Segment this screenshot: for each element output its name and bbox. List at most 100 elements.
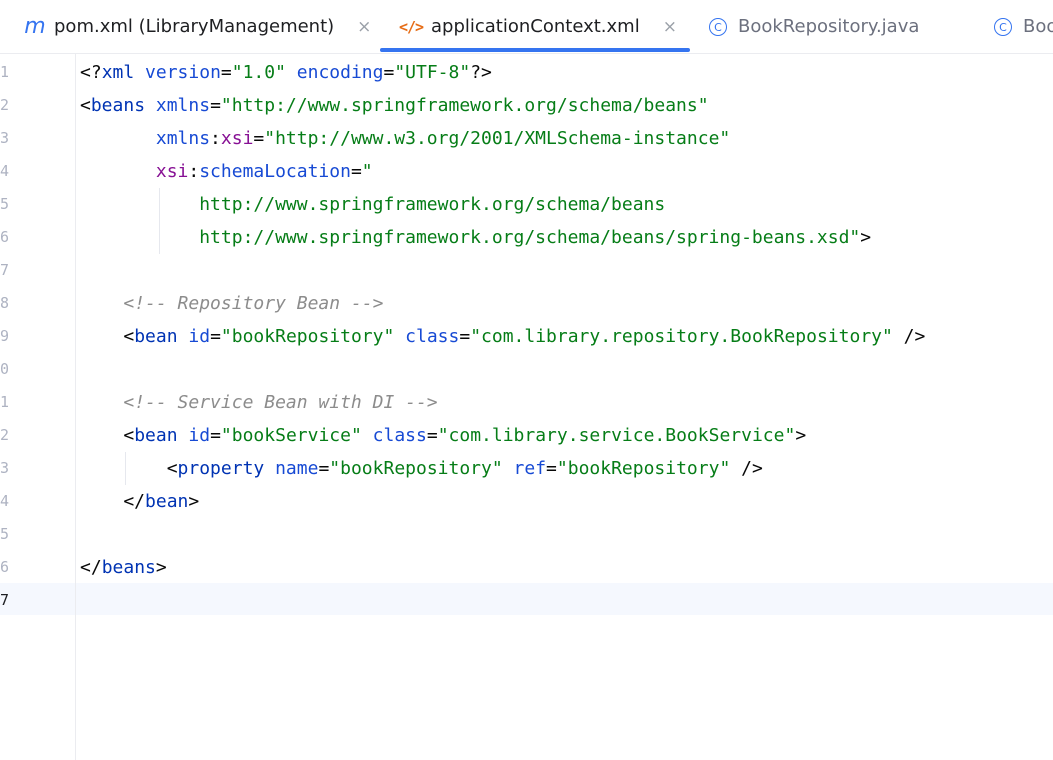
line-number: 7 bbox=[0, 591, 10, 609]
code-token: http://www.springframework.org/schema/be… bbox=[199, 194, 666, 215]
code-token: xmlns bbox=[155, 95, 211, 116]
code-editor[interactable]: <?xml version="1.0" encoding="UTF-8"?> <b… bbox=[80, 56, 925, 617]
code-token: beans bbox=[90, 95, 146, 116]
code-line: ​ bbox=[80, 518, 925, 551]
code-token: property bbox=[177, 458, 265, 479]
code-token: = bbox=[383, 62, 395, 83]
code-token: "bookRepository" bbox=[556, 458, 731, 479]
code-token: < bbox=[80, 95, 91, 116]
code-token: http://www.springframework.org/schema/be… bbox=[199, 227, 861, 248]
code-token: = bbox=[210, 425, 221, 446]
code-token: beans bbox=[101, 557, 156, 578]
tab-book-repository-java[interactable]: C BookRepository.java bbox=[707, 0, 919, 53]
code-token: xsi bbox=[155, 161, 189, 182]
line-number: 1 bbox=[0, 63, 10, 81]
code-token: schemaLocation bbox=[199, 161, 351, 182]
close-icon[interactable]: × bbox=[663, 17, 677, 37]
code-token: <!-- Repository Bean --> bbox=[123, 293, 384, 314]
java-class-icon: C bbox=[992, 17, 1014, 36]
line-number: 6 bbox=[0, 558, 10, 576]
code-token: "bookRepository" bbox=[220, 326, 395, 347]
code-token: name bbox=[275, 458, 319, 479]
code-token: "1.0" bbox=[231, 62, 286, 83]
code-token: ref bbox=[513, 458, 547, 479]
code-token: = bbox=[546, 458, 557, 479]
code-token: ?> bbox=[470, 62, 492, 83]
code-token: /> bbox=[892, 326, 926, 347]
code-line: ​ bbox=[80, 584, 925, 617]
editor-tab-bar: m pom.xml (LibraryManagement) × </> appl… bbox=[0, 0, 1053, 54]
code-token: "com.library.repository.BookRepository" bbox=[470, 326, 893, 347]
line-number: 6 bbox=[0, 228, 10, 246]
close-icon[interactable]: × bbox=[357, 17, 371, 37]
line-number: 8 bbox=[0, 294, 10, 312]
code-token: = bbox=[459, 326, 471, 347]
code-token: < bbox=[80, 458, 178, 479]
code-line: </beans> bbox=[80, 551, 925, 584]
code-token: "UTF-8" bbox=[394, 62, 471, 83]
code-token: class bbox=[372, 425, 427, 446]
code-line: ​ bbox=[80, 353, 925, 386]
tab-book-service-java[interactable]: C BookService.java bbox=[992, 0, 1053, 53]
code-token: : bbox=[210, 128, 221, 149]
line-number: 1 bbox=[0, 393, 10, 411]
code-token: = bbox=[318, 458, 330, 479]
code-token: /> bbox=[730, 458, 763, 479]
line-number: 0 bbox=[0, 360, 10, 378]
line-number-gutter: 1 2 3 4 5 6 7 8 9 0 1 2 3 4 5 6 7 bbox=[0, 56, 20, 617]
xml-file-icon: </> bbox=[398, 17, 424, 36]
code-token: = bbox=[253, 128, 265, 149]
code-token: > bbox=[795, 425, 807, 446]
code-token: > bbox=[860, 227, 872, 248]
code-token: xmlns bbox=[155, 128, 211, 149]
tab-label: pom.xml (LibraryManagement) bbox=[54, 16, 335, 37]
code-token: "http://www.w3.org/2001/XMLSchema-instan… bbox=[264, 128, 731, 149]
code-token: = bbox=[220, 62, 232, 83]
code-token: <? bbox=[80, 62, 102, 83]
code-token: xsi bbox=[220, 128, 254, 149]
line-number: 3 bbox=[0, 459, 10, 477]
code-token: "com.library.service.BookService" bbox=[437, 425, 796, 446]
tab-label: applicationContext.xml bbox=[431, 16, 640, 37]
code-token: = bbox=[210, 326, 221, 347]
code-line: <!-- Service Bean with DI --> bbox=[80, 386, 925, 419]
code-token: bean bbox=[145, 491, 189, 512]
code-token: = bbox=[426, 425, 438, 446]
line-number: 2 bbox=[0, 426, 10, 444]
line-number: 4 bbox=[0, 162, 10, 180]
code-line: <bean id="bookRepository" class="com.lib… bbox=[80, 320, 925, 353]
line-number: 5 bbox=[0, 195, 10, 213]
code-token: > bbox=[155, 557, 167, 578]
line-number: 2 bbox=[0, 96, 10, 114]
code-token: " bbox=[361, 161, 373, 182]
code-line: <?xml version="1.0" encoding="UTF-8"?> bbox=[80, 56, 925, 89]
code-token: id bbox=[188, 326, 211, 347]
tab-label: BookService.java bbox=[1023, 16, 1053, 37]
line-number: 4 bbox=[0, 492, 10, 510]
code-line: </bean> bbox=[80, 485, 925, 518]
code-token: > bbox=[188, 491, 200, 512]
tab-application-context-xml[interactable]: </> applicationContext.xml × bbox=[399, 0, 677, 53]
code-token: class bbox=[405, 326, 460, 347]
code-token: </ bbox=[80, 491, 146, 512]
code-token: xml bbox=[101, 62, 135, 83]
line-number: 9 bbox=[0, 327, 10, 345]
code-line: xsi:schemaLocation=" bbox=[80, 155, 925, 188]
tab-pom-xml[interactable]: m pom.xml (LibraryManagement) × bbox=[22, 0, 371, 53]
code-line: <!-- Repository Bean --> bbox=[80, 287, 925, 320]
code-line: xmlns:xsi="http://www.w3.org/2001/XMLSch… bbox=[80, 122, 925, 155]
